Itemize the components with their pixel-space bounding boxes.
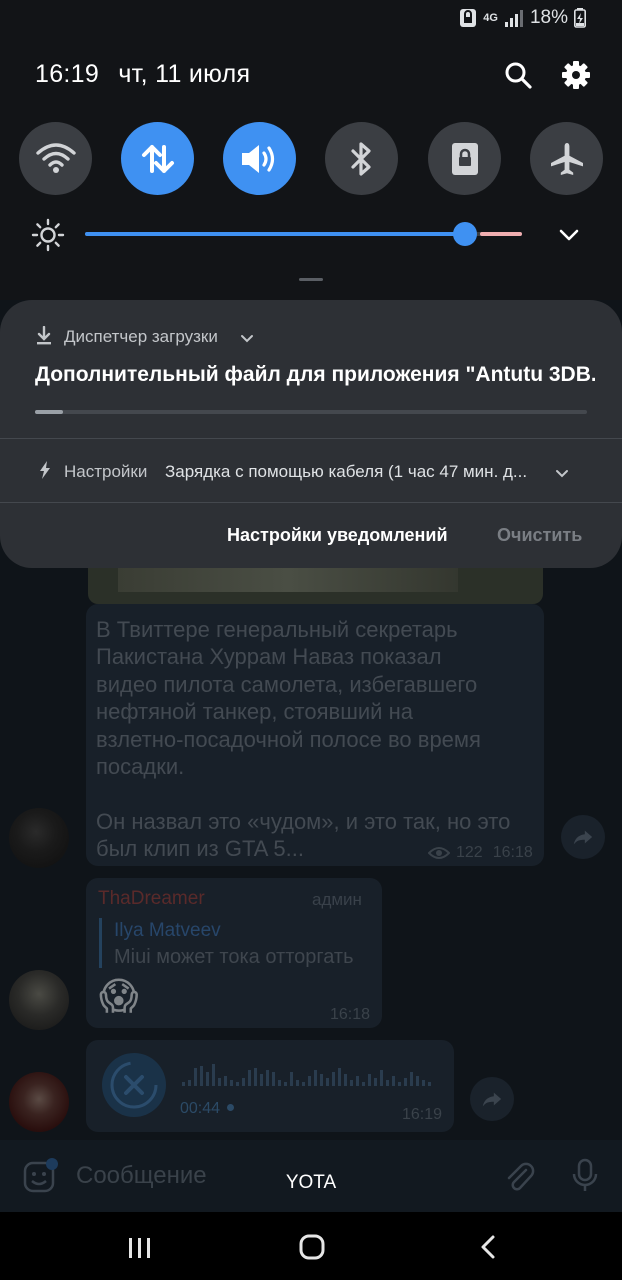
message-meta: 122 16:18: [428, 844, 533, 862]
lock-screen-icon: [460, 9, 477, 27]
airplane-icon: [550, 142, 583, 175]
quick-settings-row: [0, 122, 622, 196]
download-progress: [35, 410, 587, 414]
date-time[interactable]: 16:19 чт, 11 июля: [35, 60, 250, 89]
chevron-down-icon[interactable]: [555, 469, 569, 479]
message-time: 16:18: [330, 1006, 371, 1023]
gear-icon[interactable]: [561, 60, 591, 90]
divider: [0, 438, 622, 439]
avatar[interactable]: [9, 1072, 69, 1132]
brightness-slider[interactable]: [85, 222, 522, 246]
lock-icon: [451, 142, 478, 175]
wifi-icon: [35, 142, 76, 173]
chevron-down-icon[interactable]: [240, 334, 254, 344]
message-text: В Твиттере генеральный секретарь Пакиста…: [96, 617, 511, 862]
bluetooth-icon: [350, 141, 371, 176]
brightness-control: [0, 218, 622, 252]
clear-button[interactable]: Очистить: [497, 525, 582, 546]
avatar[interactable]: [9, 970, 69, 1030]
download-progress-fill: [35, 410, 63, 414]
voice-waveform: [182, 1064, 431, 1086]
author-role: админ: [312, 890, 362, 909]
share-button[interactable]: [470, 1077, 514, 1121]
battery-charging-icon: [574, 8, 586, 28]
quick-panel: 4G 18% 16:19 чт, 11 июля: [0, 0, 622, 300]
download-title[interactable]: Дополнительный файл для приложения "Antu…: [35, 363, 595, 387]
battery-percent: 18%: [529, 7, 568, 28]
message-author[interactable]: ThaDreamer: [98, 888, 205, 910]
airplane-mode-toggle[interactable]: [530, 122, 603, 195]
divider: [0, 502, 622, 503]
download-app-name[interactable]: Диспетчер загрузки: [64, 327, 218, 347]
expand-chevron-icon[interactable]: [557, 227, 581, 243]
emoji: 😱: [99, 976, 139, 1018]
navigation-bar: [0, 1212, 622, 1280]
mobile-data-toggle[interactable]: [121, 122, 194, 195]
brightness-icon: [31, 218, 65, 252]
view-count: 122: [456, 844, 483, 861]
download-icon: [37, 326, 51, 345]
network-type: 4G: [483, 12, 498, 24]
reply-author[interactable]: Ilya Matveev: [114, 920, 221, 942]
signal-icon: [504, 10, 523, 27]
rotation-lock-toggle[interactable]: [428, 122, 501, 195]
home-button[interactable]: [299, 1234, 325, 1260]
voice-cancel-button[interactable]: [102, 1053, 166, 1117]
bluetooth-toggle[interactable]: [325, 122, 398, 195]
avatar[interactable]: [9, 808, 69, 868]
reply-text: Miui может тока отторгать: [114, 946, 354, 968]
share-button[interactable]: [561, 815, 605, 859]
message-time: 16:18: [492, 844, 533, 861]
back-button[interactable]: [478, 1234, 498, 1260]
brightness-limit: [480, 232, 522, 236]
settings-app-name[interactable]: Настройки: [64, 462, 147, 482]
reply-line: [99, 918, 102, 968]
notification-dot: [46, 1158, 58, 1170]
data-arrows-icon: [141, 144, 174, 173]
brightness-thumb[interactable]: [453, 222, 477, 246]
message-media-preview[interactable]: [88, 564, 543, 604]
share-icon: [482, 1092, 502, 1107]
carrier-label: YOTA: [285, 1172, 337, 1193]
wifi-toggle[interactable]: [19, 122, 92, 195]
share-icon: [573, 830, 593, 845]
recents-button[interactable]: [127, 1236, 153, 1260]
status-bar: 4G 18%: [459, 6, 586, 30]
voice-duration: 00:44: [180, 1100, 221, 1117]
close-icon: [110, 1061, 158, 1109]
volume-icon: [241, 144, 274, 173]
flash-icon: [40, 461, 50, 479]
eye-icon: [428, 847, 450, 859]
sound-toggle[interactable]: [223, 122, 296, 195]
panel-handle[interactable]: [299, 278, 323, 281]
date: чт, 11 июля: [118, 60, 251, 88]
message-time: 16:19: [402, 1106, 443, 1123]
notification-settings-button[interactable]: Настройки уведомлений: [227, 525, 448, 546]
search-icon[interactable]: [503, 60, 533, 90]
clock: 16:19: [35, 60, 100, 88]
notification-card: Диспетчер загрузки Дополнительный файл д…: [0, 300, 622, 568]
unplayed-dot: [227, 1104, 234, 1111]
settings-notification-text[interactable]: Зарядка с помощью кабеля (1 час 47 мин. …: [165, 462, 537, 482]
brightness-fill: [85, 232, 465, 236]
